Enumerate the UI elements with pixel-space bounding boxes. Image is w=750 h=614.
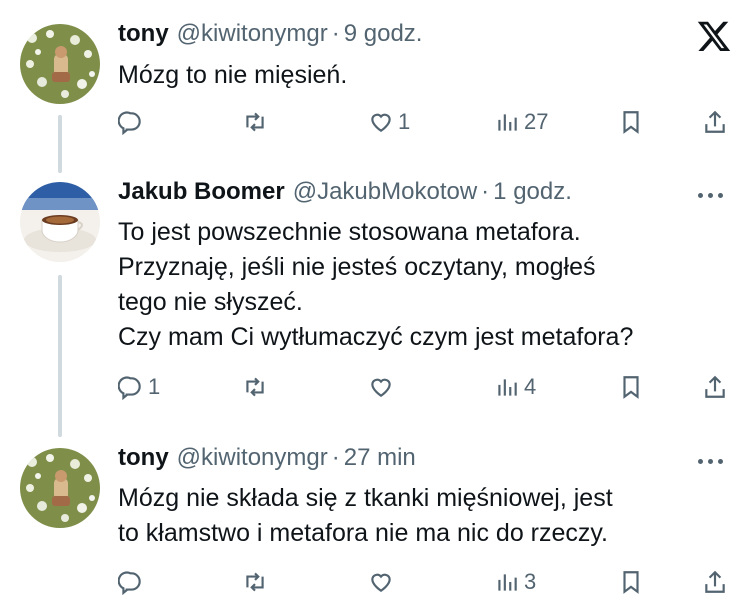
tweet-text: Mózg nie składa się z tkanki mięśniowej,… bbox=[118, 481, 728, 551]
dot-icon bbox=[718, 458, 723, 464]
bookmark-button[interactable] bbox=[618, 566, 644, 598]
action-bar: 3 bbox=[118, 566, 730, 598]
bookmark-icon bbox=[623, 571, 639, 594]
views-button[interactable]: 3 bbox=[494, 566, 536, 598]
repost-button[interactable] bbox=[242, 566, 268, 598]
timestamp[interactable]: 27 min bbox=[344, 444, 416, 472]
view-count: 3 bbox=[524, 569, 537, 594]
repost-icon bbox=[246, 572, 264, 592]
avatar[interactable] bbox=[20, 448, 100, 528]
tweet-header: tony @kiwitonymgr · 27 min bbox=[118, 444, 416, 478]
share-button[interactable] bbox=[702, 566, 728, 598]
more-options-button[interactable] bbox=[698, 456, 728, 466]
tweet-text-line: Mózg nie składa się z tkanki mięśniowej,… bbox=[118, 484, 613, 512]
share-icon bbox=[705, 570, 725, 593]
reply-button[interactable] bbox=[118, 566, 148, 598]
separator: · bbox=[331, 444, 340, 471]
analytics-icon bbox=[498, 574, 517, 591]
reply-icon bbox=[118, 571, 141, 595]
heart-icon bbox=[371, 573, 391, 592]
author-handle[interactable]: @kiwitonymgr bbox=[177, 444, 328, 472]
dot-icon bbox=[698, 458, 703, 464]
tweet[interactable]: tony @kiwitonymgr · 27 min Mózg nie skła… bbox=[0, 0, 750, 614]
author-name[interactable]: tony bbox=[118, 444, 169, 472]
dot-icon bbox=[708, 458, 713, 464]
like-button[interactable] bbox=[368, 566, 398, 598]
tweet-text-line: to kłamstwo i metafora nie ma nic do rze… bbox=[118, 519, 608, 547]
